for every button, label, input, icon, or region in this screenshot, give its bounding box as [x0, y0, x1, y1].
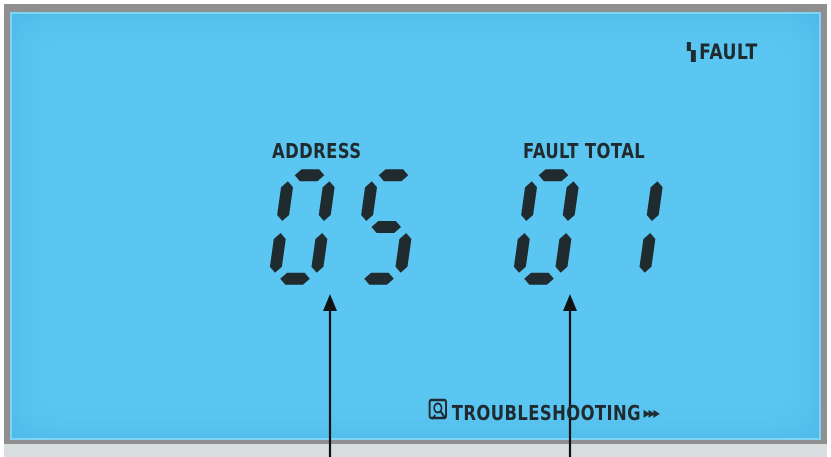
digit-segment-c	[555, 233, 572, 273]
digit-segment-b	[318, 181, 335, 221]
fault-indicator-icon	[686, 41, 697, 63]
more-arrows-icon: ▸▸▸	[643, 403, 660, 422]
digit-segment-b	[562, 181, 579, 221]
digit-segment-d	[280, 272, 310, 285]
digit-segment-d	[524, 272, 554, 285]
fault-total-pointer-arrow	[563, 294, 577, 457]
digit-segment-b	[646, 181, 663, 221]
digit-segment-e	[269, 233, 286, 273]
fault-total-label: FAULT TOTAL	[523, 139, 646, 163]
digit-segment-a	[538, 169, 569, 182]
digit-segment-a	[294, 169, 325, 182]
address-pointer-arrow	[323, 294, 337, 457]
address-value-display	[269, 169, 412, 285]
digit-segment-d	[364, 272, 394, 285]
troubleshooting-hint: TROUBLESHOOTING ▸▸▸	[428, 398, 660, 427]
digit-segment-f	[361, 181, 378, 221]
bottom-strip	[4, 444, 827, 457]
troubleshooting-label: TROUBLESHOOTING	[451, 400, 642, 425]
fault-indicator-label: FAULT	[699, 40, 758, 64]
manual-book-icon	[428, 398, 449, 427]
address-label: ADDRESS	[272, 139, 362, 163]
digit-segment-e	[513, 233, 530, 273]
digit-segment-c	[639, 233, 656, 273]
digit-segment-g	[371, 221, 402, 233]
fault-total-value-display	[513, 169, 663, 285]
digit-segment-f	[521, 181, 538, 221]
digit-segment-c	[395, 233, 412, 273]
digit-segment-f	[277, 181, 294, 221]
digit-segment-a	[378, 169, 409, 182]
fault-indicator: FAULT	[686, 40, 758, 64]
digit-segment-c	[311, 233, 328, 273]
